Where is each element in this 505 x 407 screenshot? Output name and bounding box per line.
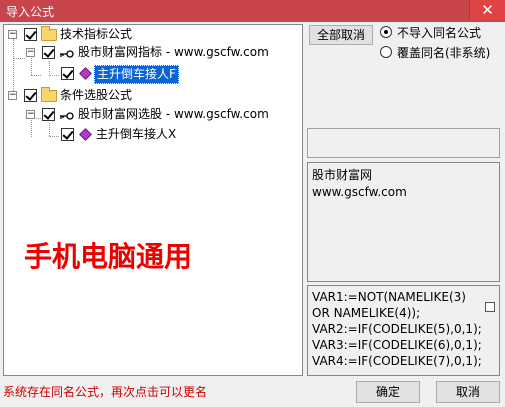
code-line: VAR3:=IF(CODELIKE(6),0,1); — [312, 338, 482, 352]
description-line2: www.gscfw.com — [312, 185, 407, 199]
close-button[interactable]: ✕ — [469, 0, 505, 20]
formula-tree[interactable]: − 技术指标公式 − 股市财富网指标 - www.gscfw.com 主升倒车接… — [3, 24, 303, 376]
window-title: 导入公式 — [6, 5, 55, 19]
tree-node-stock-screening[interactable]: − 条件选股公式 — [4, 87, 302, 104]
collapse-icon[interactable]: − — [26, 110, 35, 119]
tree-node-label: 股市财富网指标 - www.gscfw.com — [78, 45, 269, 59]
collapse-icon[interactable]: − — [8, 30, 17, 39]
empty-panel — [307, 128, 500, 158]
radio-no-import-label[interactable]: 不导入同名公式 — [397, 24, 481, 41]
collapse-icon[interactable]: − — [26, 48, 35, 57]
folder-icon — [41, 26, 57, 41]
checkbox-checked-icon[interactable] — [61, 128, 74, 141]
code-panel[interactable]: VAR1:=NOT(NAMELIKE(3) OR NAMELIKE(4)); V… — [307, 285, 500, 376]
tree-node-formula-x[interactable]: 主升倒车接人X — [4, 126, 302, 143]
description-panel: 股市财富网 www.gscfw.com — [307, 162, 500, 282]
tree-node-label-selected: 主升倒车接人F — [94, 65, 179, 84]
description-line1: 股市财富网 — [312, 168, 373, 182]
cancel-all-button[interactable]: 全部取消 — [309, 25, 373, 45]
code-line: VAR1:=NOT(NAMELIKE(3) — [312, 290, 466, 304]
ok-button[interactable]: 确定 — [356, 381, 420, 403]
checkbox-checked-icon[interactable] — [42, 108, 55, 121]
tree-node-label: 股市财富网选股 - www.gscfw.com — [78, 107, 269, 121]
checkbox-checked-icon[interactable] — [24, 28, 37, 41]
tree-node-gscfw-indicator[interactable]: − 股市财富网指标 - www.gscfw.com — [4, 44, 302, 61]
formula-gem-icon — [79, 128, 92, 141]
checkbox-checked-icon[interactable] — [61, 67, 74, 80]
code-line: OR NAMELIKE(4)); — [312, 306, 421, 320]
tree-node-label: 技术指标公式 — [60, 27, 133, 41]
collapse-icon[interactable]: − — [8, 91, 17, 100]
key-icon — [59, 109, 75, 120]
radio-no-import[interactable] — [380, 26, 392, 38]
watermark-text: 手机电脑通用 — [24, 240, 193, 273]
cancel-button[interactable]: 取消 — [436, 381, 500, 403]
key-icon — [59, 47, 75, 58]
formula-gem-icon — [79, 67, 92, 80]
code-line: VAR4:=IF(CODELIKE(7),0,1); — [312, 354, 482, 368]
code-checkbox[interactable] — [485, 302, 495, 312]
folder-icon — [41, 87, 57, 102]
tree-node-formula-f[interactable]: 主升倒车接人F — [4, 65, 302, 84]
checkbox-checked-icon[interactable] — [24, 89, 37, 102]
status-message: 系统存在同名公式，再次点击可以更名 — [3, 385, 208, 399]
title-bar: 导入公式 ✕ — [0, 0, 505, 22]
tree-node-label: 条件选股公式 — [60, 88, 133, 102]
radio-overwrite[interactable] — [380, 46, 392, 58]
tree-node-label: 主升倒车接人X — [96, 127, 177, 141]
tree-node-gscfw-screening[interactable]: − 股市财富网选股 - www.gscfw.com — [4, 106, 302, 123]
radio-overwrite-label[interactable]: 覆盖同名(非系统) — [397, 44, 490, 61]
tree-node-tech-indicators[interactable]: − 技术指标公式 — [4, 26, 302, 43]
checkbox-checked-icon[interactable] — [42, 46, 55, 59]
code-line: VAR2:=IF(CODELIKE(5),0,1); — [312, 322, 482, 336]
